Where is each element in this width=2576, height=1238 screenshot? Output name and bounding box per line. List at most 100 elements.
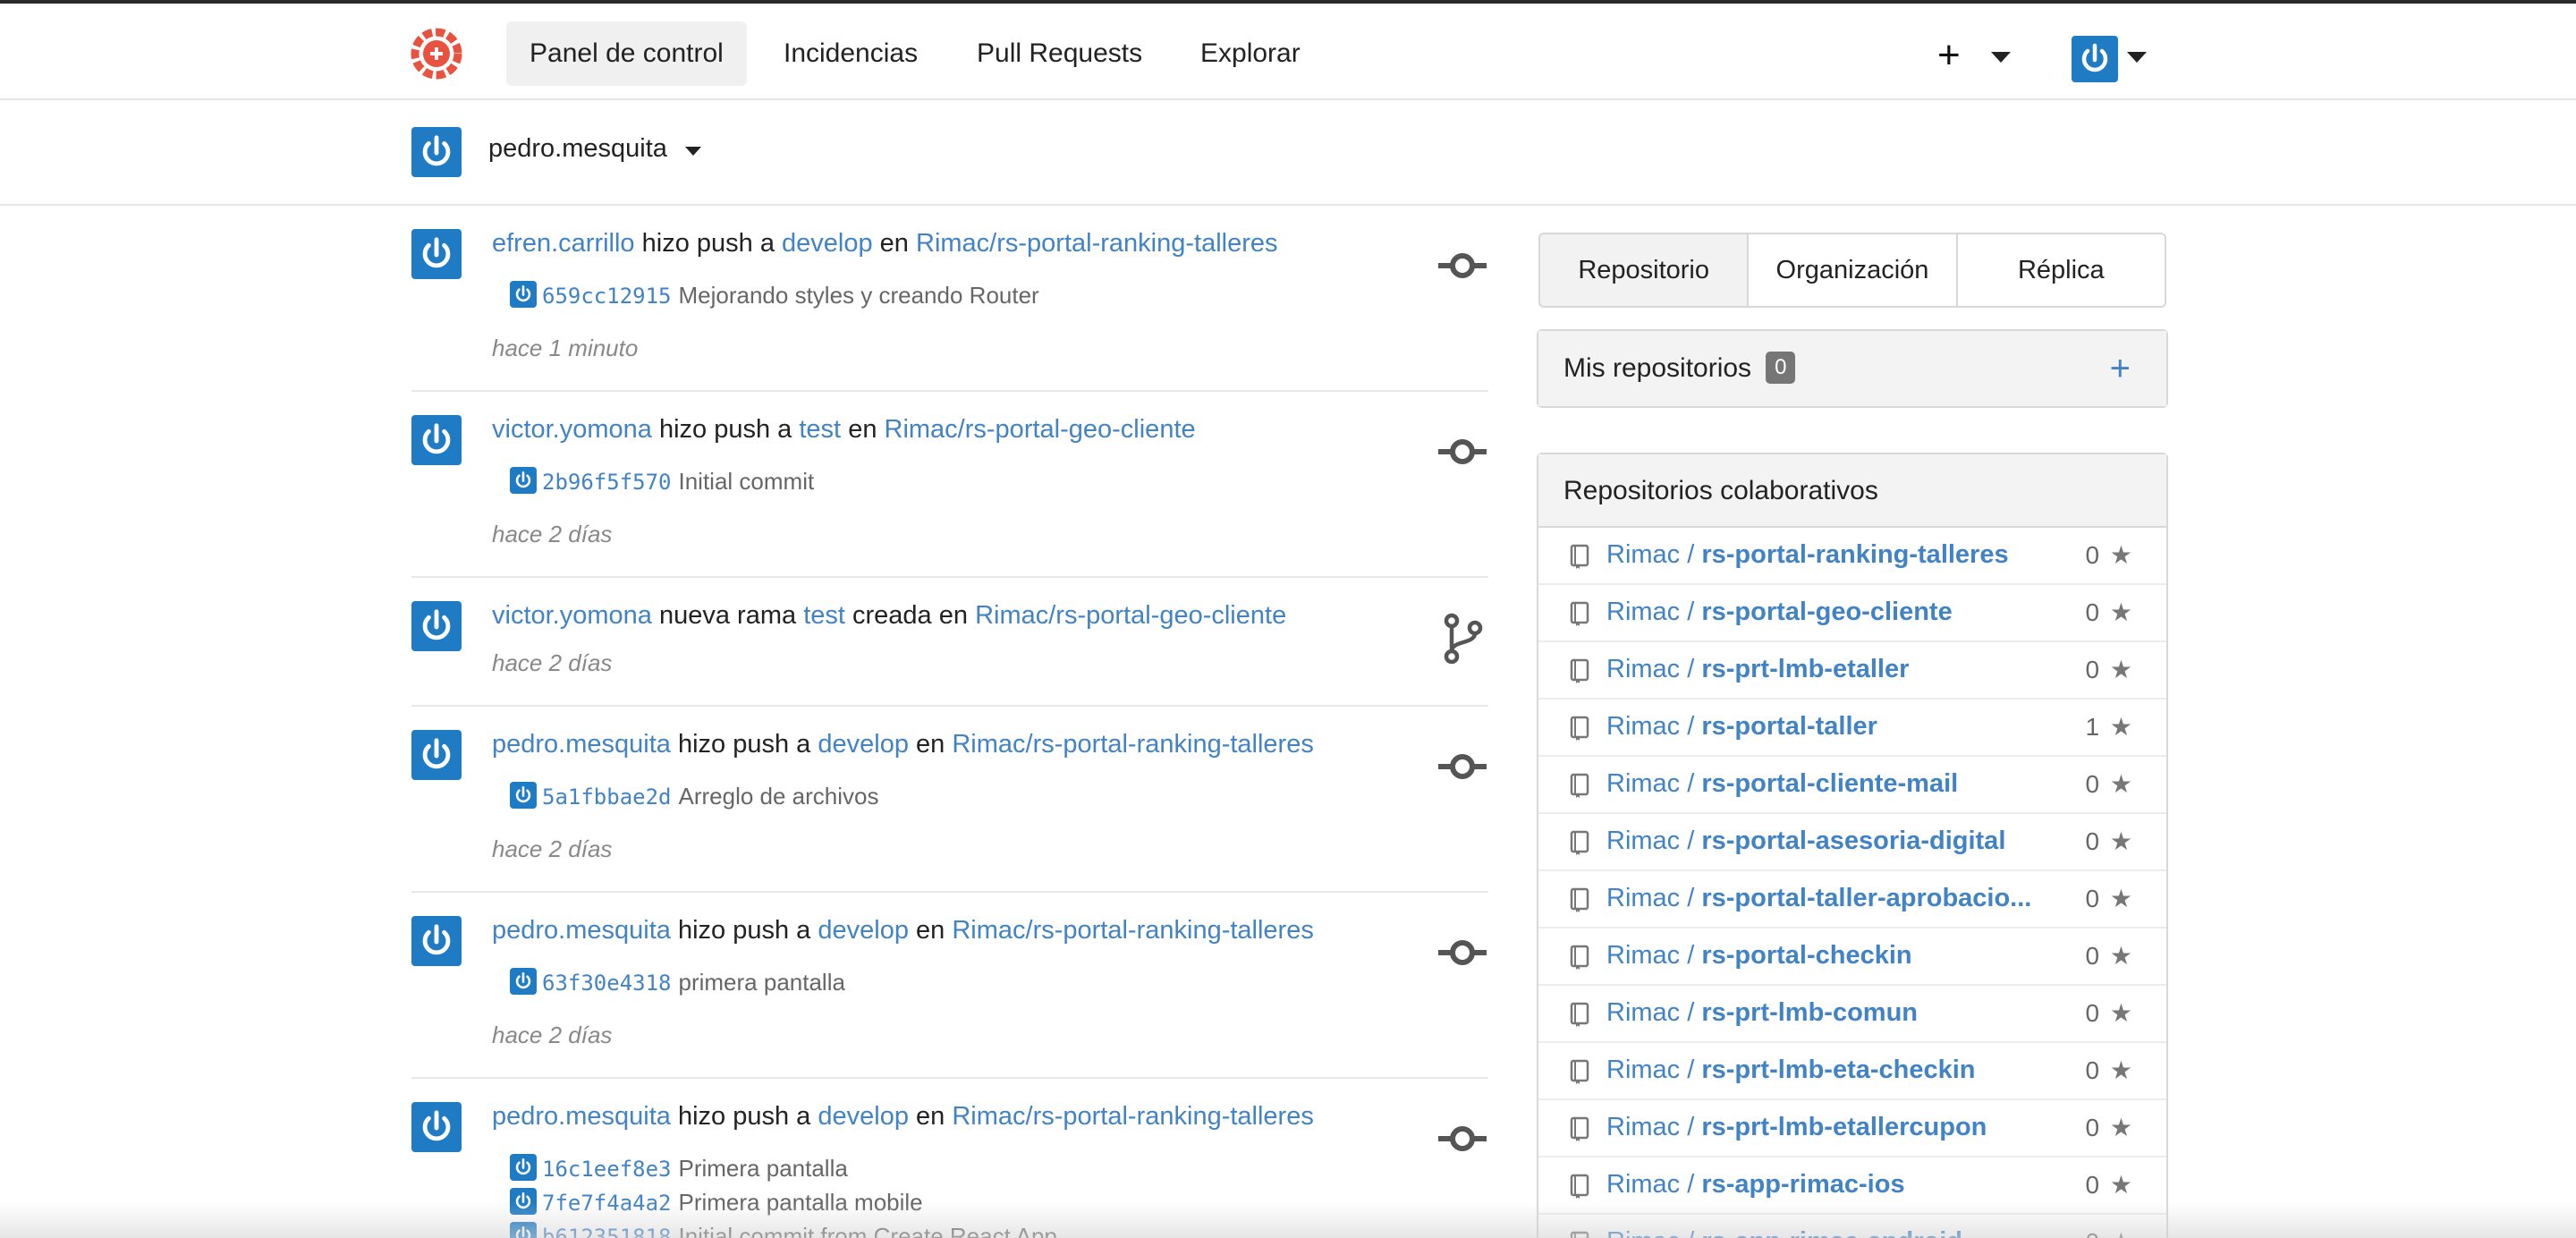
repo-link[interactable]: Rimac / rs-prt-lmb-etallercupon bbox=[1606, 1113, 1987, 1142]
committer-avatar-icon[interactable] bbox=[510, 281, 537, 308]
repo-list-item[interactable]: Rimac / rs-prt-lmb-etallercupon 0 ★ bbox=[1538, 1100, 2166, 1157]
committer-avatar-icon[interactable] bbox=[510, 467, 537, 494]
ref-link[interactable]: develop bbox=[818, 1102, 909, 1131]
actor-link[interactable]: pedro.mesquita bbox=[492, 916, 671, 945]
gitea-logo-icon[interactable] bbox=[408, 25, 465, 82]
repo-link[interactable]: Rimac / rs-prt-lmb-eta-checkin bbox=[1606, 1056, 1976, 1085]
repo-link[interactable]: Rimac / rs-portal-checkin bbox=[1606, 941, 1912, 971]
tab-repositorio[interactable]: Repositorio bbox=[1540, 234, 1750, 306]
repo-list-item[interactable]: Rimac / rs-prt-lmb-etaller 0 ★ bbox=[1538, 642, 2166, 700]
repo-list-item[interactable]: Rimac / rs-portal-cliente-mail 0 ★ bbox=[1538, 757, 2166, 814]
repo-list-item[interactable]: Rimac / rs-portal-taller-aprobacio... 0 ★ bbox=[1538, 871, 2166, 928]
star-icon: ★ bbox=[2110, 1228, 2132, 1238]
repo-list-item[interactable]: Rimac / rs-portal-asesoria-digital 0 ★ bbox=[1538, 814, 2166, 871]
commit-sha-link[interactable]: 63f30e4318 bbox=[542, 971, 672, 996]
event-verb: nueva rama bbox=[658, 601, 797, 630]
repo-list-item[interactable]: Rimac / rs-portal-geo-cliente 0 ★ bbox=[1538, 585, 2166, 642]
actor-avatar-icon[interactable] bbox=[411, 601, 462, 651]
repo-owner: Rimac bbox=[1606, 1056, 1681, 1084]
repo-list-item[interactable]: Rimac / rs-portal-checkin 0 ★ bbox=[1538, 928, 2166, 986]
repo-list-item[interactable]: Rimac / rs-prt-lmb-eta-checkin 0 ★ bbox=[1538, 1043, 2166, 1100]
repo-link[interactable]: Rimac/rs-portal-ranking-talleres bbox=[916, 229, 1278, 258]
repo-name: rs-prt-lmb-etallercupon bbox=[1701, 1113, 1987, 1141]
committer-avatar-icon[interactable] bbox=[510, 1222, 537, 1238]
actor-avatar-icon[interactable] bbox=[411, 1102, 462, 1152]
repo-owner: Rimac bbox=[1606, 827, 1681, 855]
repo-link[interactable]: Rimac/rs-portal-ranking-talleres bbox=[952, 916, 1314, 945]
committer-avatar-icon[interactable] bbox=[510, 1154, 537, 1181]
event-time: hace 2 días bbox=[492, 835, 613, 862]
commit-sha-link[interactable]: 659cc12915 bbox=[542, 284, 672, 309]
create-new-button[interactable]: + bbox=[1937, 30, 1961, 81]
ref-link[interactable]: develop bbox=[782, 229, 873, 258]
repo-book-icon bbox=[1569, 1002, 1590, 1027]
repo-owner: Rimac bbox=[1606, 1227, 1680, 1238]
repo-list-item[interactable]: Rimac / rs-portal-ranking-talleres 0 ★ bbox=[1538, 528, 2166, 585]
committer-avatar-icon[interactable] bbox=[510, 1188, 537, 1215]
repo-link[interactable]: Rimac/rs-portal-ranking-talleres bbox=[952, 730, 1314, 759]
nav-pull-requests[interactable]: Pull Requests bbox=[953, 21, 1165, 86]
add-repo-button[interactable]: + bbox=[2110, 331, 2131, 406]
actor-link[interactable]: efren.carrillo bbox=[492, 229, 635, 258]
collab-repos-header: Repositorios colaborativos bbox=[1538, 454, 2166, 528]
commit-sha-link[interactable]: 16c1eef8e3 bbox=[542, 1157, 672, 1182]
repo-link[interactable]: Rimac / rs-prt-lmb-comun bbox=[1606, 998, 1918, 1028]
repo-list-item[interactable]: Rimac / rs-app-rimac-ios 0 ★ bbox=[1538, 1157, 2166, 1215]
committer-avatar-icon[interactable] bbox=[510, 968, 537, 995]
event-preposition: en bbox=[879, 229, 909, 258]
nav-issues[interactable]: Incidencias bbox=[760, 21, 941, 86]
repo-name: rs-portal-taller-aprobacio... bbox=[1701, 884, 2032, 912]
actor-link[interactable]: pedro.mesquita bbox=[492, 1102, 671, 1131]
repo-link[interactable]: Rimac / rs-portal-taller-aprobacio... bbox=[1606, 884, 2031, 913]
actor-avatar-icon[interactable] bbox=[411, 415, 462, 465]
context-dropdown-caret-icon[interactable] bbox=[685, 147, 701, 156]
actor-link[interactable]: victor.yomona bbox=[492, 601, 652, 630]
repo-link[interactable]: Rimac / rs-portal-taller bbox=[1606, 712, 1877, 742]
repo-link[interactable]: Rimac / rs-portal-cliente-mail bbox=[1606, 769, 1958, 799]
actor-avatar-icon[interactable] bbox=[411, 730, 462, 780]
context-username[interactable]: pedro.mesquita bbox=[488, 134, 667, 164]
repo-link[interactable]: Rimac / rs-app-rimac-android bbox=[1606, 1227, 1962, 1238]
repo-link[interactable]: Rimac/rs-portal-geo-cliente bbox=[885, 415, 1196, 444]
repo-list-item[interactable]: Rimac / rs-app-rimac-android 0 ★ bbox=[1538, 1215, 2166, 1238]
repo-list-item[interactable]: Rimac / rs-prt-lmb-comun 0 ★ bbox=[1538, 986, 2166, 1043]
ref-link[interactable]: develop bbox=[818, 730, 909, 759]
nav-dashboard[interactable]: Panel de control bbox=[506, 21, 747, 86]
actor-link[interactable]: pedro.mesquita bbox=[492, 730, 671, 759]
commit-sha-link[interactable]: 2b96f5f570 bbox=[542, 470, 672, 495]
repo-link[interactable]: Rimac / rs-portal-ranking-talleres bbox=[1606, 540, 2009, 570]
repo-link[interactable]: Rimac/rs-portal-geo-cliente bbox=[975, 601, 1286, 630]
repo-book-icon bbox=[1569, 601, 1590, 626]
ref-link[interactable]: develop bbox=[818, 916, 909, 945]
create-dropdown-caret-icon[interactable] bbox=[1991, 52, 2011, 63]
repo-link[interactable]: Rimac / rs-app-rimac-ios bbox=[1606, 1170, 1905, 1200]
user-menu-caret-icon[interactable] bbox=[2127, 52, 2147, 63]
repo-name: rs-prt-lmb-comun bbox=[1701, 998, 1919, 1027]
user-avatar-icon[interactable] bbox=[2072, 36, 2118, 82]
commit-message: Primera pantalla mobile bbox=[678, 1189, 923, 1216]
ref-link[interactable]: test bbox=[799, 415, 841, 444]
repo-stars: 0 ★ bbox=[2086, 655, 2132, 684]
feed-event: victor.yomona nueva rama test creada en … bbox=[411, 578, 1488, 707]
actor-link[interactable]: victor.yomona bbox=[492, 415, 652, 444]
repo-link[interactable]: Rimac / rs-portal-geo-cliente bbox=[1606, 598, 1953, 627]
repo-link[interactable]: Rimac / rs-portal-asesoria-digital bbox=[1606, 827, 2005, 856]
commit-line: 7fe7f4a4a2 Primera pantalla mobile bbox=[510, 1188, 923, 1217]
tab-organizacion[interactable]: Organización bbox=[1749, 234, 1958, 306]
branch-icon bbox=[1436, 612, 1488, 665]
commit-sha-link[interactable]: 7fe7f4a4a2 bbox=[542, 1191, 672, 1216]
ref-link[interactable]: test bbox=[803, 601, 845, 630]
commit-sha-link[interactable]: 5a1fbbae2d bbox=[542, 784, 672, 810]
committer-avatar-icon[interactable] bbox=[510, 782, 537, 809]
repo-owner: Rimac bbox=[1606, 540, 1681, 569]
nav-explore[interactable]: Explorar bbox=[1177, 21, 1324, 86]
event-time: hace 2 días bbox=[492, 521, 613, 547]
actor-avatar-icon[interactable] bbox=[411, 916, 462, 966]
repo-link[interactable]: Rimac/rs-portal-ranking-talleres bbox=[952, 1102, 1314, 1131]
tab-replica[interactable]: Réplica bbox=[1958, 234, 2165, 306]
repo-list-item[interactable]: Rimac / rs-portal-taller 1 ★ bbox=[1538, 700, 2166, 757]
repo-link[interactable]: Rimac / rs-prt-lmb-etaller bbox=[1606, 655, 1909, 684]
commit-sha-link[interactable]: b612351818 bbox=[542, 1225, 672, 1238]
actor-avatar-icon[interactable] bbox=[411, 229, 462, 279]
repo-book-icon bbox=[1569, 1059, 1590, 1084]
